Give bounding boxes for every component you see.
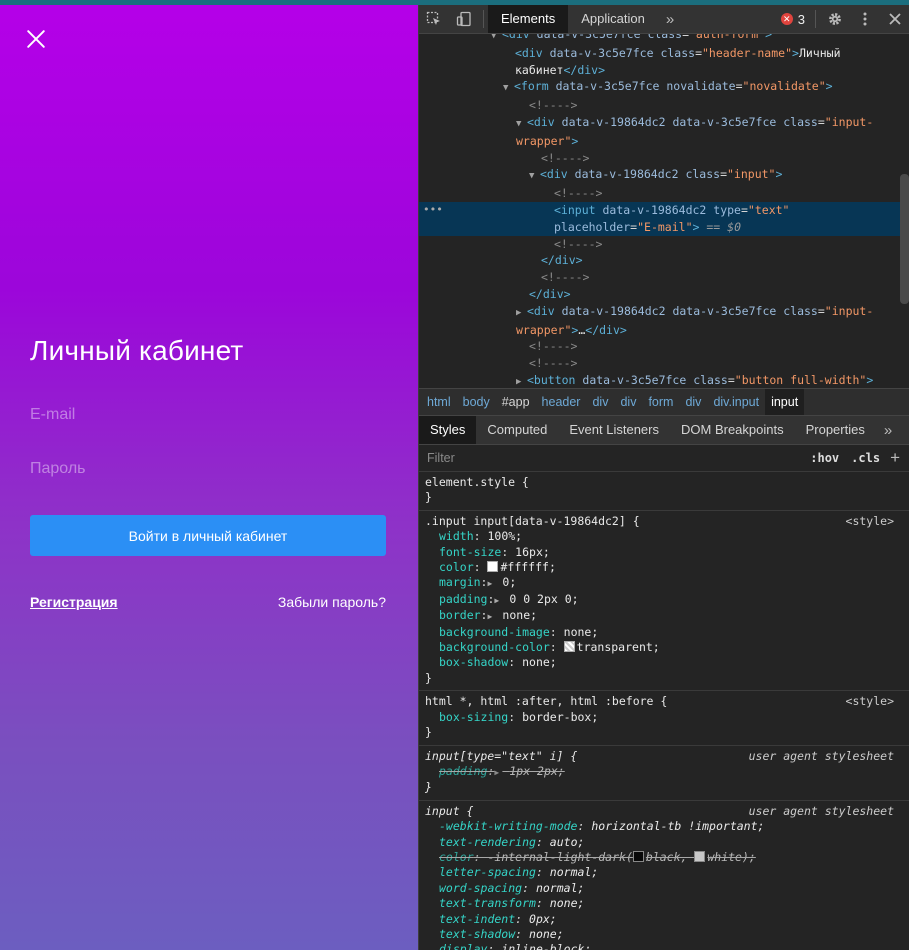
dom-node[interactable]: </div> — [419, 286, 909, 303]
rule-source-link[interactable]: <style> — [846, 694, 894, 709]
breadcrumb-html[interactable]: html — [421, 389, 457, 415]
dom-node[interactable]: <!----> — [419, 150, 909, 167]
tab-application[interactable]: Application — [568, 5, 658, 33]
tab-dom-breakpoints[interactable]: DOM Breakpoints — [670, 416, 795, 444]
cls-toggle[interactable]: .cls — [845, 451, 886, 465]
breadcrumb-div[interactable]: div — [614, 389, 642, 415]
tab-computed[interactable]: Computed — [476, 416, 558, 444]
tab-properties[interactable]: Properties — [795, 416, 876, 444]
dom-tree: ▼ <div data-v-3c5e7fce class="auth-form">… — [419, 34, 909, 388]
styles-filter-bar: :hov .cls + — [419, 445, 909, 472]
auth-page: Личный кабинет Войти в личный кабинет Ре… — [0, 5, 418, 950]
toolbar-divider — [483, 10, 484, 28]
rule-source-link[interactable]: <style> — [846, 514, 894, 529]
tab-elements[interactable]: Elements — [488, 5, 569, 33]
dom-node[interactable]: ▶ <div data-v-19864dc2 data-v-3c5e7fce cl… — [419, 303, 909, 322]
breadcrumb-div-input[interactable]: div.input — [707, 389, 765, 415]
css-rule[interactable]: element.style { } — [419, 472, 909, 511]
more-style-tabs-icon[interactable]: » — [876, 422, 900, 439]
dom-node[interactable]: кабинет</div> — [419, 62, 909, 79]
toolbar-divider-right — [815, 10, 816, 28]
css-rule[interactable]: html *, html :after, html :before { <sty… — [419, 691, 909, 746]
dom-node[interactable]: ▼ <form data-v-3c5e7fce novalidate="noval… — [419, 78, 909, 97]
dom-node[interactable]: </div> — [419, 252, 909, 269]
css-rule[interactable]: input { user agent stylesheet -webkit-wr… — [419, 801, 909, 950]
breadcrumb-input[interactable]: input — [765, 389, 805, 415]
rule-source-label: user agent stylesheet — [748, 803, 894, 818]
error-badge[interactable]: ✕ 3 — [775, 12, 811, 27]
breadcrumb-div[interactable]: div — [679, 389, 707, 415]
styles-filter-input[interactable] — [419, 447, 805, 469]
devtools-toolbar: Elements Application » ✕ 3 — [419, 5, 909, 34]
error-count: 3 — [797, 11, 805, 27]
dom-node[interactable]: <div data-v-3c5e7fce class="header-name"… — [419, 45, 909, 62]
css-rule[interactable]: .input input[data-v-19864dc2] { <style> … — [419, 511, 909, 692]
kebab-menu-icon[interactable] — [850, 5, 880, 33]
devtools-panel: Elements Application » ✕ 3 ▼ <div data-v-… — [418, 5, 909, 950]
breadcrumb: html body #app header div div form div d… — [419, 388, 909, 416]
password-field[interactable] — [30, 455, 386, 485]
email-input[interactable] — [30, 401, 386, 431]
add-rule-icon[interactable]: + — [886, 448, 909, 468]
tab-event-listeners[interactable]: Event Listeners — [558, 416, 670, 444]
breadcrumb-div[interactable]: div — [586, 389, 614, 415]
dom-node[interactable]: <!----> — [419, 355, 909, 372]
dom-node[interactable]: wrapper"> — [419, 133, 909, 150]
dom-node-selected[interactable]: placeholder="E-mail"> == $0 — [419, 218, 909, 236]
dom-node[interactable]: ▶ <button data-v-3c5e7fce class="button f… — [419, 372, 909, 388]
tab-styles[interactable]: Styles — [419, 416, 477, 444]
dom-node[interactable]: <!----> — [419, 97, 909, 114]
breadcrumb-header[interactable]: header — [536, 389, 587, 415]
color-swatch[interactable] — [487, 561, 499, 573]
css-rule[interactable]: input[type="text" i] { user agent styles… — [419, 746, 909, 801]
dom-node[interactable]: ▼ <div data-v-19864dc2 data-v-3c5e7fce cl… — [419, 114, 909, 133]
styles-tabbar: Styles Computed Event Listeners DOM Brea… — [419, 416, 909, 445]
login-button[interactable]: Войти в личный кабинет — [30, 515, 386, 556]
page-title: Личный кабинет — [30, 335, 244, 366]
email-field[interactable] — [30, 401, 386, 431]
dom-node[interactable]: <!----> — [419, 236, 909, 253]
styles-pane: element.style { } .input input[data-v-19… — [419, 472, 909, 950]
gear-icon[interactable] — [820, 5, 850, 33]
forgot-password-link[interactable]: Забыли пароль? — [278, 594, 386, 610]
rule-source-label: user agent stylesheet — [748, 748, 894, 763]
close-devtools-icon[interactable] — [880, 5, 909, 33]
device-toolbar-icon[interactable] — [449, 5, 479, 33]
dom-node[interactable]: ▼ <div data-v-19864dc2 class="input"> — [419, 166, 909, 185]
dom-node[interactable]: wrapper">…</div> — [419, 322, 909, 339]
dom-node-selected[interactable]: ••• <input data-v-19864dc2 type="text" — [419, 201, 909, 219]
breadcrumb-form[interactable]: form — [642, 389, 679, 415]
hov-toggle[interactable]: :hov — [804, 451, 845, 465]
dom-tree-scrollbar[interactable] — [900, 174, 909, 304]
error-icon: ✕ — [780, 13, 793, 25]
close-icon[interactable] — [26, 29, 46, 49]
dom-node[interactable]: <!----> — [419, 269, 909, 286]
breadcrumb-app[interactable]: #app — [496, 389, 536, 415]
dom-node[interactable]: <!----> — [419, 338, 909, 355]
password-input[interactable] — [30, 455, 386, 485]
toolbar-right: ✕ 3 — [775, 5, 909, 33]
color-swatch[interactable] — [563, 641, 575, 653]
register-link[interactable]: Регистрация — [30, 594, 118, 610]
more-tabs-icon[interactable]: » — [658, 11, 682, 28]
dom-node[interactable]: <!----> — [419, 185, 909, 202]
dom-node[interactable]: ▼ <div data-v-3c5e7fce class="auth-form"> — [419, 34, 909, 45]
breadcrumb-body[interactable]: body — [457, 389, 496, 415]
inspect-element-icon[interactable] — [419, 5, 449, 33]
